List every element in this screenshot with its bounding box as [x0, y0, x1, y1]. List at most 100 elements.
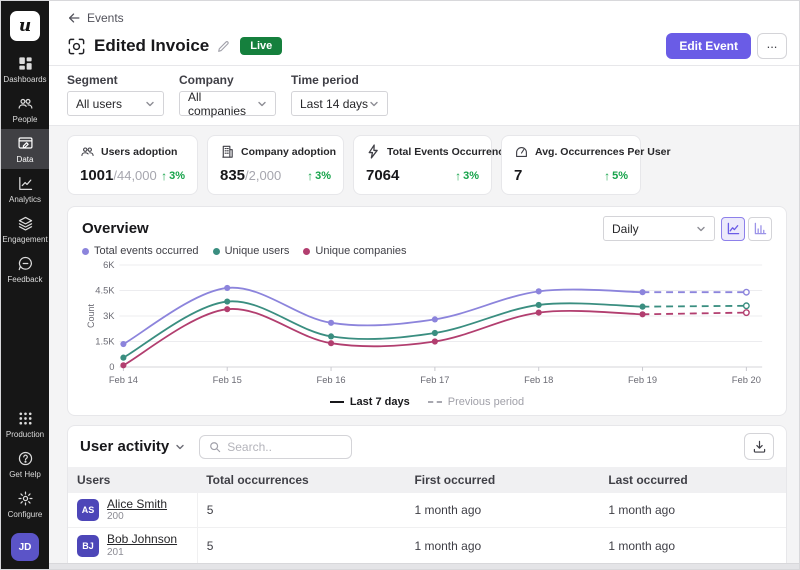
stat-card-delta: ↑3% — [307, 169, 331, 183]
stat-card-label: Total Events Occurrence — [387, 146, 510, 158]
analytics-icon — [17, 175, 34, 192]
filter-select-0[interactable]: All users — [67, 91, 164, 116]
app-logo[interactable]: u — [10, 11, 40, 41]
up-arrow-icon: ↑ — [161, 169, 167, 183]
sidebar-item-analytics[interactable]: Analytics — [1, 169, 49, 209]
solid-line-sample — [330, 401, 344, 403]
title-actions: Edit Event ... — [666, 33, 787, 59]
dashed-line-sample — [428, 401, 442, 403]
stat-card-delta: ↑5% — [604, 169, 628, 183]
up-arrow-icon: ↑ — [455, 169, 461, 183]
last-occurred-cell: 1 month ago — [599, 528, 786, 563]
people-icon — [17, 95, 34, 112]
column-header[interactable]: Users — [68, 467, 197, 493]
app-logo-letter: u — [19, 16, 31, 36]
filter-value: All companies — [188, 90, 257, 118]
column-header[interactable]: First occurred — [405, 467, 599, 493]
gauge-icon — [514, 144, 529, 159]
user-activity-dropdown[interactable]: User activity — [80, 438, 185, 455]
column-header[interactable]: Last occurred — [599, 467, 786, 493]
search-icon — [209, 441, 221, 453]
last-occurred-cell: 1 month ago — [599, 493, 786, 528]
overview-line-chart[interactable]: 01.5K3K4.5K6KFeb 14Feb 15Feb 16Feb 17Feb… — [82, 257, 772, 393]
filter-value: All users — [76, 97, 122, 111]
current-period-legend: Last 7 days — [330, 396, 410, 408]
stat-card-value-group: 7 — [514, 167, 522, 185]
stat-card-delta: ↑3% — [455, 169, 479, 183]
sidebar-item-engagement[interactable]: Engagement — [1, 209, 49, 249]
user-name-link[interactable]: Bob Johnson — [107, 532, 177, 546]
sidebar-item-production[interactable]: Production — [1, 404, 49, 444]
occurrences-cell: 5 — [197, 528, 405, 563]
table-row[interactable]: BJ Bob Johnson 201 5 1 month ago 1 month… — [68, 528, 786, 563]
svg-text:1.5K: 1.5K — [95, 335, 115, 346]
line-chart-toggle[interactable] — [721, 217, 745, 241]
chevron-down-icon — [145, 99, 155, 109]
user-avatar: AS — [77, 499, 99, 521]
sidebar-item-configure[interactable]: Configure — [1, 484, 49, 524]
search-input[interactable] — [227, 440, 342, 454]
breadcrumb-back-events[interactable]: Events — [67, 11, 124, 25]
main-area: Events Edited Invoice Live Edit Event ..… — [49, 1, 799, 569]
stat-card-label: Users adoption — [101, 146, 177, 158]
chart-series-legend: Total events occurred Unique users Uniqu… — [82, 245, 772, 257]
svg-text:Feb 20: Feb 20 — [732, 374, 761, 385]
first-occurred-cell: 1 month ago — [405, 528, 599, 563]
sidebar-item-label: Data — [17, 155, 34, 164]
legend-label: Unique companies — [315, 245, 406, 257]
user-avatar[interactable]: JD — [11, 533, 39, 561]
download-button[interactable] — [744, 433, 774, 460]
sidebar-nav-top: Dashboards People Data Analytics Engagem… — [1, 49, 49, 289]
stat-card-total: /44,000 — [113, 168, 156, 183]
legend-item-1: Unique users — [213, 245, 290, 257]
svg-text:6K: 6K — [103, 259, 115, 270]
filter-value: Last 14 days — [300, 97, 368, 111]
user-activity-header: User activity — [68, 426, 786, 467]
sidebar-item-dashboards[interactable]: Dashboards — [1, 49, 49, 89]
data-icon — [17, 135, 34, 152]
sidebar-item-feedback[interactable]: Feedback — [1, 249, 49, 289]
sidebar-item-data[interactable]: Data — [1, 129, 49, 169]
get-help-icon — [17, 450, 34, 467]
stat-card-2: Total Events Occurrence 7064 ↑3% — [353, 135, 492, 195]
sidebar: u Dashboards People Data Analytics Engag… — [1, 1, 49, 569]
sidebar-item-people[interactable]: People — [1, 89, 49, 129]
bar-chart-toggle[interactable] — [748, 217, 772, 241]
table-row[interactable]: AS Alice Smith 200 5 1 month ago 1 month… — [68, 493, 786, 528]
filter-group-2: Time period Last 14 days — [291, 73, 388, 116]
stat-card-value-group: 835/2,000 — [220, 167, 281, 185]
column-header[interactable]: Total occurrences — [197, 467, 405, 493]
interval-select-value: Daily — [612, 222, 639, 236]
bottom-scroll-strip — [49, 563, 799, 569]
filter-select-1[interactable]: All companies — [179, 91, 276, 116]
stat-card-label: Avg. Occurrences Per User — [535, 146, 671, 158]
page-header: Events Edited Invoice Live Edit Event ..… — [49, 1, 799, 65]
sidebar-item-label: Configure — [8, 510, 43, 519]
sidebar-item-get-help[interactable]: Get Help — [1, 444, 49, 484]
svg-text:Feb 18: Feb 18 — [524, 374, 553, 385]
chevron-down-icon — [369, 99, 379, 109]
user-name-link[interactable]: Alice Smith — [107, 497, 167, 511]
people-icon — [80, 144, 95, 159]
more-options-button[interactable]: ... — [757, 33, 787, 59]
edit-event-button[interactable]: Edit Event — [666, 33, 751, 59]
svg-text:3K: 3K — [103, 310, 115, 321]
search-box[interactable] — [199, 435, 352, 459]
breadcrumb-label: Events — [87, 11, 124, 25]
configure-icon — [17, 490, 34, 507]
current-period-label: Last 7 days — [350, 396, 410, 408]
stat-card-total: /2,000 — [245, 168, 281, 183]
edit-title-pencil-icon[interactable] — [217, 40, 230, 53]
stat-card-delta: ↑3% — [161, 169, 185, 183]
filter-label: Company — [179, 73, 276, 87]
overview-section: Overview Daily Total events occurred — [67, 206, 787, 416]
filter-select-2[interactable]: Last 14 days — [291, 91, 388, 116]
event-target-icon — [67, 37, 86, 56]
feedback-icon — [17, 255, 34, 272]
sidebar-item-label: Feedback — [7, 275, 42, 284]
svg-text:Feb 19: Feb 19 — [628, 374, 657, 385]
interval-select[interactable]: Daily — [603, 216, 715, 241]
sidebar-item-label: Analytics — [9, 195, 41, 204]
production-icon — [17, 410, 34, 427]
legend-label: Unique users — [225, 245, 290, 257]
